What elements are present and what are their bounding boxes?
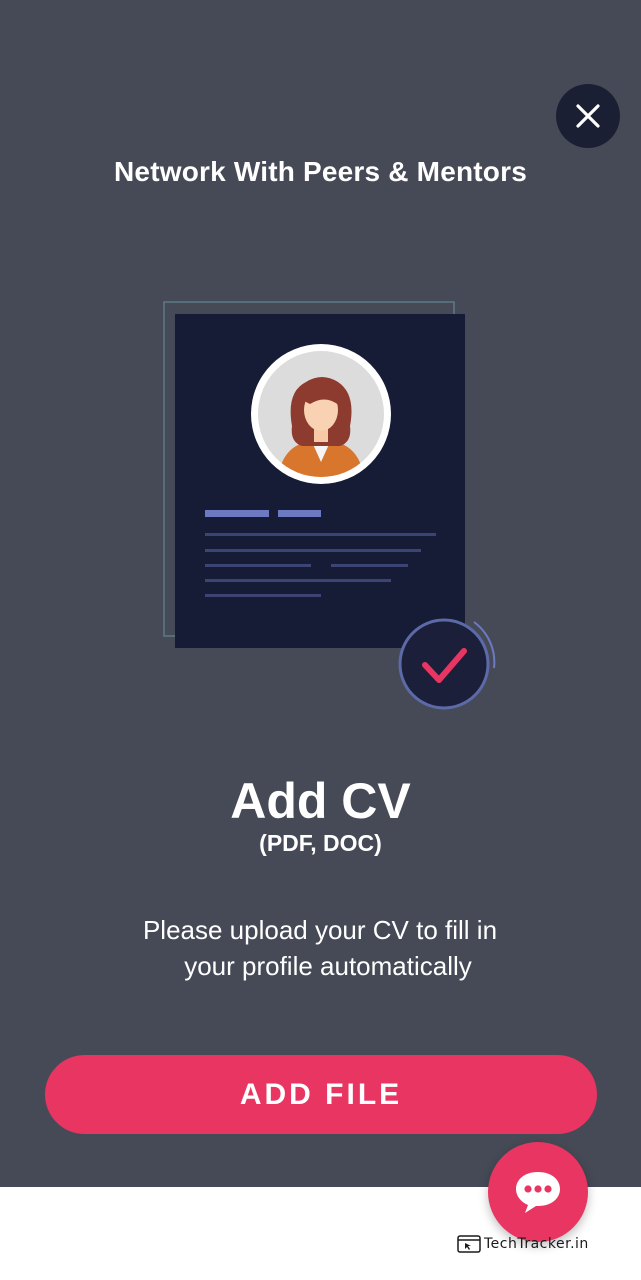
close-button[interactable]: [556, 84, 620, 148]
watermark: TechTracker.in: [457, 1234, 589, 1254]
file-types-label: (PDF, DOC): [259, 830, 382, 856]
chat-button[interactable]: [488, 1142, 588, 1242]
upload-description: Please upload your CV to fill in your pr…: [100, 912, 540, 984]
description-line: Please upload your CV to fill in: [142, 915, 498, 945]
watermark-text: TechTracker.in: [484, 1236, 589, 1252]
chat-bubble-icon: [516, 1172, 560, 1213]
avatar: [251, 344, 391, 484]
checkmark-badge: [398, 618, 496, 710]
add-cv-heading: Add CV: [230, 773, 411, 829]
modal-title: Network With Peers & Mentors: [114, 156, 527, 187]
browser-window-icon: [457, 1235, 481, 1253]
description-line: your profile automatically: [184, 951, 472, 981]
cv-upload-modal: Network With Peers & Mentors Add CV (PDF…: [0, 0, 641, 1187]
cv-document-illustration: [163, 301, 496, 710]
add-file-button[interactable]: ADD FILE: [45, 1055, 597, 1134]
close-icon: [576, 104, 600, 128]
